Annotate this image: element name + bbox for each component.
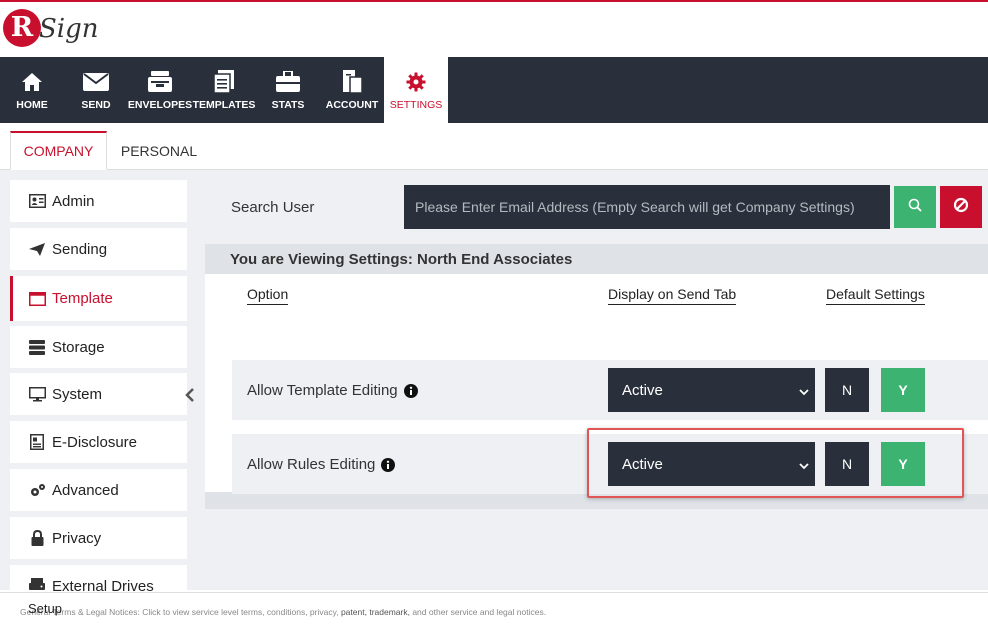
sidebar-item-admin[interactable]: Admin (10, 180, 187, 222)
top-accent-line (0, 0, 988, 2)
search-icon (908, 198, 922, 217)
display-on-send-tab-select[interactable]: Active (608, 368, 815, 412)
sidebar-item-label: External Drives (52, 578, 154, 592)
sidebar-item-label: Privacy (52, 529, 102, 547)
legal-notice: General Terms & Legal Notices: Click to … (20, 607, 546, 617)
template-icon (28, 291, 46, 306)
column-option-header: Option (247, 286, 289, 305)
nav-envelopes-label: ENVELOPES (127, 99, 193, 111)
legal-notice-tail: and other service and legal notices. (412, 607, 547, 617)
chevron-down-icon (799, 383, 809, 400)
briefcase-icon (276, 69, 300, 95)
sidebar-item-e-disclosure[interactable]: E-Disclosure (10, 421, 187, 463)
sidebar-item-system[interactable]: System (10, 373, 187, 415)
documents-icon (213, 69, 235, 95)
gear-icon (406, 69, 426, 95)
sidebar-item-privacy[interactable]: Privacy (10, 517, 187, 559)
sidebar-item-sending[interactable]: Sending (10, 228, 187, 270)
sidebar-item-label: Template (52, 290, 113, 307)
viewing-settings-heading: You are Viewing Settings: North End Asso… (230, 251, 573, 268)
nav-settings-label: SETTINGS (389, 99, 443, 111)
setting-label-text: Allow Template Editing (247, 382, 398, 399)
setting-label-text: Allow Rules Editing (247, 456, 376, 473)
logo-mark: R (3, 9, 41, 47)
sidebar-item-label: Admin (52, 192, 95, 210)
logo-wordmark: Sign (39, 14, 99, 44)
search-user-label: Search User (231, 199, 315, 216)
select-value: Active (622, 381, 663, 399)
default-no-button[interactable]: N (825, 368, 869, 412)
drive-icon (28, 578, 46, 590)
sidebar-item-storage[interactable]: Storage (10, 326, 187, 368)
search-button[interactable] (894, 186, 936, 228)
inbox-icon (147, 69, 173, 95)
rsign-logo[interactable]: R Sign (3, 6, 99, 54)
sidebar-item-advanced[interactable]: Advanced (10, 469, 187, 511)
patent-link[interactable]: patent, (341, 607, 367, 617)
column-default-header: Default Settings (826, 286, 925, 305)
storage-icon (28, 339, 46, 355)
nav-home-label: HOME (16, 99, 48, 111)
gears-icon (28, 483, 46, 498)
sidebar-item-template[interactable]: Template (10, 276, 187, 321)
column-display-header: Display on Send Tab (608, 286, 737, 305)
settings-subtabs: COMPANY PERSONAL (0, 123, 988, 170)
monitor-icon (28, 386, 46, 402)
highlight-box (587, 428, 964, 498)
setting-label: Allow Rules Editing (247, 456, 396, 473)
home-icon (21, 69, 43, 95)
info-icon[interactable] (381, 457, 396, 472)
nav-settings[interactable]: SETTINGS (384, 57, 448, 123)
nav-templates-label: TEMPLATES (192, 99, 256, 111)
nav-home[interactable]: HOME (12, 57, 52, 123)
nav-account-label: ACCOUNT (325, 99, 379, 111)
nav-envelopes[interactable]: ENVELOPES (127, 57, 193, 123)
info-icon[interactable] (403, 383, 418, 398)
disclosure-icon (28, 434, 46, 450)
nav-stats[interactable]: STATS (270, 57, 306, 123)
sidebar-item-label: Storage (52, 338, 105, 356)
tab-company[interactable]: COMPANY (10, 131, 107, 170)
sidebar-collapse-icon[interactable] (185, 388, 195, 407)
nav-account[interactable]: ACCOUNT (326, 57, 378, 123)
sidebar-item-overflow-label: Setup (28, 601, 62, 616)
trademark-link[interactable]: trademark, (369, 607, 410, 617)
clear-search-button[interactable] (940, 186, 982, 228)
nav-send[interactable]: SEND (78, 57, 114, 123)
sidebar-item-label: Advanced (52, 481, 119, 499)
ban-icon (953, 197, 969, 218)
paper-plane-icon (28, 242, 46, 256)
nav-send-label: SEND (81, 99, 111, 111)
main-navbar: HOME SEND ENVELOPES TEMPLATES STATS ACCO… (0, 57, 988, 123)
tab-personal[interactable]: PERSONAL (118, 131, 200, 170)
admin-icon (28, 194, 46, 208)
nav-stats-label: STATS (271, 99, 305, 111)
sidebar-item-label: Sending (52, 240, 108, 258)
nav-templates[interactable]: TEMPLATES (192, 57, 256, 123)
account-icon (341, 69, 363, 95)
lock-icon (28, 530, 46, 546)
sidebar-item-label: E-Disclosure (52, 433, 138, 451)
default-yes-button[interactable]: Y (881, 368, 925, 412)
settings-panel-gutter (205, 274, 232, 492)
legal-notice-text: Click to view service level terms, condi… (142, 607, 339, 617)
search-email-input[interactable] (404, 185, 890, 229)
envelope-icon (83, 69, 109, 95)
setting-label: Allow Template Editing (247, 382, 418, 399)
sidebar-item-label: System (52, 385, 103, 403)
sidebar-item-external-drives[interactable]: External Drives (10, 565, 187, 592)
footer: General Terms & Legal Notices: Click to … (0, 592, 988, 624)
